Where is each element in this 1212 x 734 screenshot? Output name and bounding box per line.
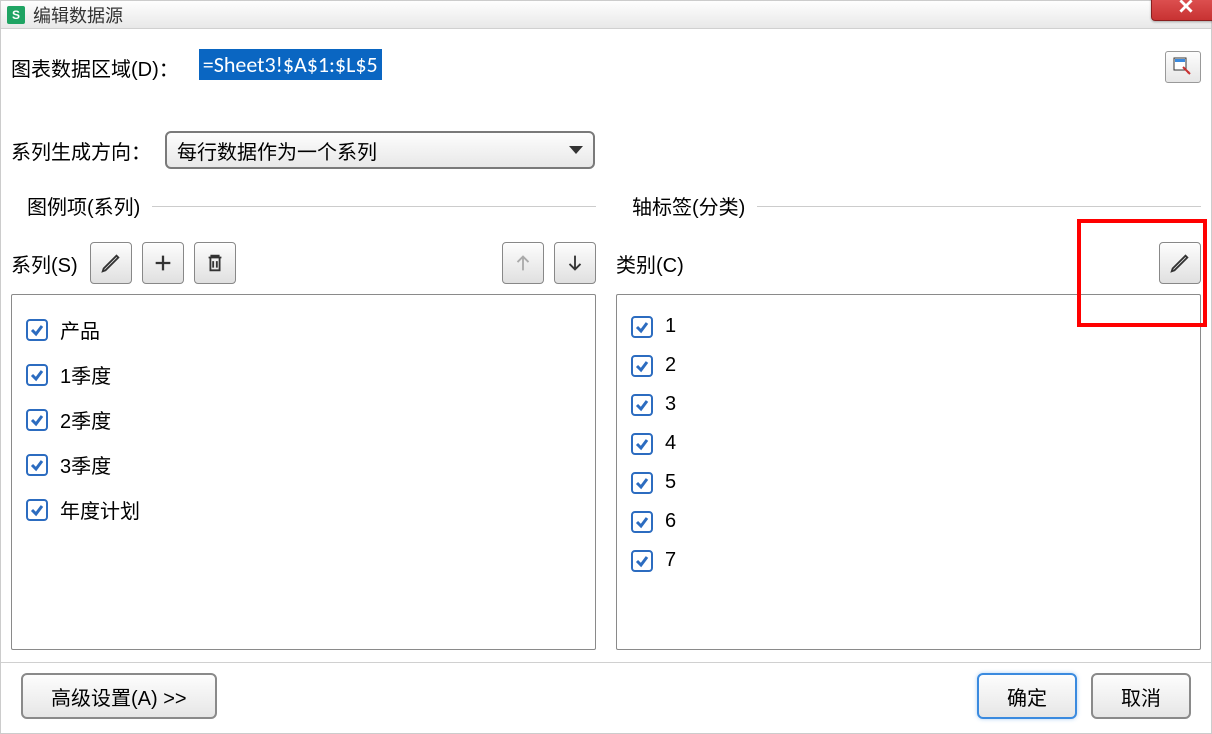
- arrow-up-icon: [512, 252, 534, 274]
- checkbox[interactable]: [631, 433, 653, 455]
- checkbox[interactable]: [631, 472, 653, 494]
- series-direction-label: 系列生成方向：: [11, 136, 151, 165]
- checkbox[interactable]: [631, 511, 653, 533]
- category-item-label: 6: [665, 510, 676, 533]
- close-icon: [1179, 0, 1193, 13]
- category-item[interactable]: 1: [627, 307, 1200, 346]
- checkbox[interactable]: [26, 364, 48, 386]
- series-direction-value: 每行数据作为一个系列: [177, 136, 377, 165]
- category-item[interactable]: 2: [627, 346, 1200, 385]
- category-item-label: 1: [665, 315, 676, 338]
- category-item-label: 2: [665, 354, 676, 377]
- category-label: 类别(C): [616, 249, 684, 278]
- legend-title: 图例项(系列): [11, 197, 146, 219]
- trash-icon: [204, 252, 226, 274]
- category-item-label: 7: [665, 549, 676, 572]
- axis-header: 轴标签(分类): [616, 191, 1201, 220]
- chart-range-row: 图表数据区域(D)： =Sheet3!$A$1:$L$5: [11, 49, 1201, 85]
- category-item[interactable]: 4: [627, 424, 1200, 463]
- arrow-down-icon: [564, 252, 586, 274]
- checkbox[interactable]: [26, 454, 48, 476]
- chart-range-label: 图表数据区域(D)：: [11, 53, 179, 82]
- category-listbox[interactable]: 1 2 3 4 5 6 7: [616, 294, 1201, 650]
- series-item-label: 产品: [60, 315, 100, 344]
- checkbox[interactable]: [631, 394, 653, 416]
- range-picker-button[interactable]: [1165, 51, 1201, 83]
- close-button[interactable]: [1151, 0, 1212, 21]
- series-item-label: 年度计划: [60, 495, 140, 524]
- series-item-label: 2季度: [60, 405, 111, 434]
- chart-range-input[interactable]: =Sheet3!$A$1:$L$5: [193, 49, 1157, 85]
- edit-category-button[interactable]: [1159, 242, 1201, 284]
- checkbox[interactable]: [26, 319, 48, 341]
- move-down-button[interactable]: [554, 242, 596, 284]
- series-item[interactable]: 3季度: [22, 442, 585, 487]
- series-item-label: 1季度: [60, 360, 111, 389]
- checkbox[interactable]: [631, 550, 653, 572]
- series-item-label: 3季度: [60, 450, 111, 479]
- series-toolbar: 系列(S): [11, 242, 596, 284]
- axis-title: 轴标签(分类): [616, 197, 751, 219]
- advanced-settings-button[interactable]: 高级设置(A) >>: [21, 673, 217, 719]
- add-series-button[interactable]: [142, 242, 184, 284]
- category-item-label: 5: [665, 471, 676, 494]
- legend-series-column: 图例项(系列) 系列(S): [11, 191, 596, 650]
- category-item-label: 3: [665, 393, 676, 416]
- category-item[interactable]: 7: [627, 541, 1200, 580]
- pencil-icon: [1169, 252, 1191, 274]
- legend-header: 图例项(系列): [11, 191, 596, 220]
- checkbox[interactable]: [26, 499, 48, 521]
- dialog-content: 图表数据区域(D)： =Sheet3!$A$1:$L$5 系列生成方向： 每行数…: [1, 29, 1211, 733]
- category-item[interactable]: 5: [627, 463, 1200, 502]
- series-item[interactable]: 产品: [22, 307, 585, 352]
- series-direction-row: 系列生成方向： 每行数据作为一个系列: [11, 131, 1201, 169]
- dialog-title: 编辑数据源: [33, 2, 123, 28]
- series-direction-select[interactable]: 每行数据作为一个系列: [165, 131, 595, 169]
- app-icon: S: [7, 6, 25, 24]
- plus-icon: [152, 252, 174, 274]
- pencil-icon: [100, 252, 122, 274]
- checkbox[interactable]: [26, 409, 48, 431]
- chart-range-input-wrap: =Sheet3!$A$1:$L$5: [193, 49, 1201, 85]
- chevron-down-icon: [569, 146, 583, 154]
- checkbox[interactable]: [631, 316, 653, 338]
- axis-labels-column: 轴标签(分类) 类别(C) 1 2 3 4 5 6 7: [616, 191, 1201, 650]
- category-toolbar: 类别(C): [616, 242, 1201, 284]
- ok-button[interactable]: 确定: [977, 673, 1077, 719]
- series-item[interactable]: 1季度: [22, 352, 585, 397]
- titlebar: S 编辑数据源: [1, 1, 1211, 29]
- edit-series-button[interactable]: [90, 242, 132, 284]
- cancel-button[interactable]: 取消: [1091, 673, 1191, 719]
- series-item[interactable]: 2季度: [22, 397, 585, 442]
- category-item[interactable]: 3: [627, 385, 1200, 424]
- delete-series-button[interactable]: [194, 242, 236, 284]
- category-item[interactable]: 6: [627, 502, 1200, 541]
- series-label: 系列(S): [11, 249, 78, 278]
- footer: 高级设置(A) >> 确定 取消: [11, 663, 1201, 725]
- columns: 图例项(系列) 系列(S): [11, 191, 1201, 650]
- category-item-label: 4: [665, 432, 676, 455]
- range-picker-icon: [1173, 57, 1193, 77]
- checkbox[interactable]: [631, 355, 653, 377]
- edit-datasource-dialog: S 编辑数据源 图表数据区域(D)： =Sheet3!$A$1:$L$5 系列生…: [0, 0, 1212, 734]
- series-item[interactable]: 年度计划: [22, 487, 585, 532]
- move-up-button[interactable]: [502, 242, 544, 284]
- series-listbox[interactable]: 产品 1季度 2季度 3季度年度计划: [11, 294, 596, 650]
